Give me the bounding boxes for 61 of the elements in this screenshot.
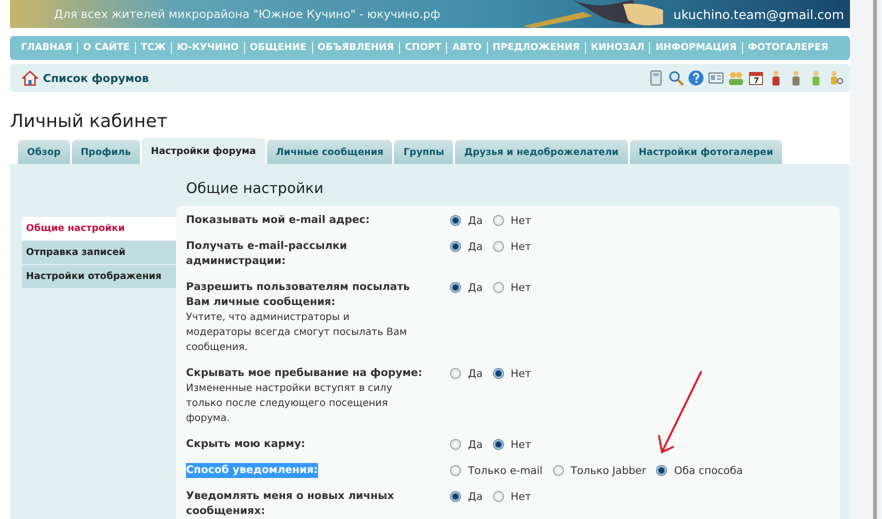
option-label[interactable]: Да [468, 438, 483, 450]
radio-button[interactable] [450, 241, 461, 252]
radio-button[interactable] [450, 215, 461, 226]
option-label[interactable]: Нет [510, 240, 532, 252]
tab[interactable]: Группы [394, 140, 454, 164]
radio-button[interactable] [450, 491, 461, 502]
option-label[interactable]: Нет [510, 490, 532, 502]
tab[interactable]: Обзор [18, 140, 70, 164]
setting-note: Измененные настройки вступят в силу только после следующего посещения форума. [186, 382, 394, 426]
option-label[interactable]: Нет [510, 282, 532, 294]
radio-button[interactable] [450, 282, 461, 293]
setting-label: Разрешить пользователям посылать Вам личные сообщения: [186, 280, 411, 310]
setting-label: Уведомлять меня о новых личных сообщениях: [186, 489, 395, 519]
radio-button[interactable] [450, 439, 461, 450]
option-label[interactable]: Нет [510, 214, 532, 226]
home-icon[interactable] [22, 70, 38, 86]
option-label[interactable]: Да [468, 490, 483, 502]
setting-label: Получать e-mail-рассылки администрации: [186, 239, 348, 269]
setting-note: Учтите, что администраторы и модераторы всегда смогут посылать Вам сообщения. [186, 311, 408, 355]
option-label[interactable]: Да [468, 240, 483, 252]
setting-label: Показывать мой e-mail адрес: [186, 213, 370, 228]
setting-label: Скрывать мое пребывание на форуме: [186, 366, 422, 381]
tab[interactable]: Настройки фотогалереи [630, 140, 782, 164]
tab[interactable]: Профиль [72, 140, 140, 164]
search-icon[interactable] [668, 70, 684, 86]
section-title: Общие настройки [186, 180, 324, 198]
option-label[interactable]: Оба способа [674, 464, 743, 476]
help-icon[interactable] [688, 70, 704, 86]
site-tagline: Для всех жителей микрорайона "Южное Кучино" - юкучино.рф [54, 7, 440, 21]
option-label[interactable]: Да [468, 214, 483, 226]
tab[interactable]: Настройки форума [142, 138, 265, 164]
sidebar-item[interactable]: Отправка записей [22, 241, 176, 264]
option-label[interactable]: Нет [510, 368, 532, 380]
option-label[interactable]: Да [468, 368, 483, 380]
radio-button[interactable] [492, 491, 504, 502]
radio-button[interactable] [492, 368, 504, 379]
sidebar-item[interactable]: Общие настройки [22, 217, 176, 240]
option-label[interactable]: Только e-mail [468, 464, 543, 476]
radio-button[interactable] [552, 465, 564, 476]
option-label[interactable]: Нет [510, 438, 532, 450]
radio-button[interactable] [450, 465, 461, 476]
sidebar-item[interactable]: Настройки отображения [22, 265, 176, 288]
contact-email[interactable]: ukuchino.team@gmail.com [673, 6, 844, 22]
page-title: Личный кабинет [10, 110, 168, 134]
radio-button[interactable] [450, 368, 461, 379]
radio-button[interactable] [492, 241, 504, 252]
forum-list-link[interactable]: Список форумов [43, 72, 149, 84]
option-label[interactable]: Да [468, 282, 483, 294]
setting-label: Скрыть мою карму: [186, 437, 306, 452]
setting-label: Способ уведомления: [186, 463, 318, 478]
radio-button[interactable] [656, 465, 668, 476]
radio-button[interactable] [492, 215, 504, 226]
radio-button[interactable] [492, 282, 504, 293]
person-key-icon[interactable] [828, 70, 844, 86]
option-label[interactable]: Только Jabber [570, 464, 646, 476]
calendar-icon[interactable] [748, 70, 764, 86]
radio-button[interactable] [492, 439, 504, 450]
tab[interactable]: Личные сообщения [266, 140, 392, 164]
tab[interactable]: Друзья и недоброжелатели [455, 140, 628, 164]
calculator-icon[interactable] [648, 70, 664, 86]
id-card-icon[interactable] [708, 70, 724, 86]
